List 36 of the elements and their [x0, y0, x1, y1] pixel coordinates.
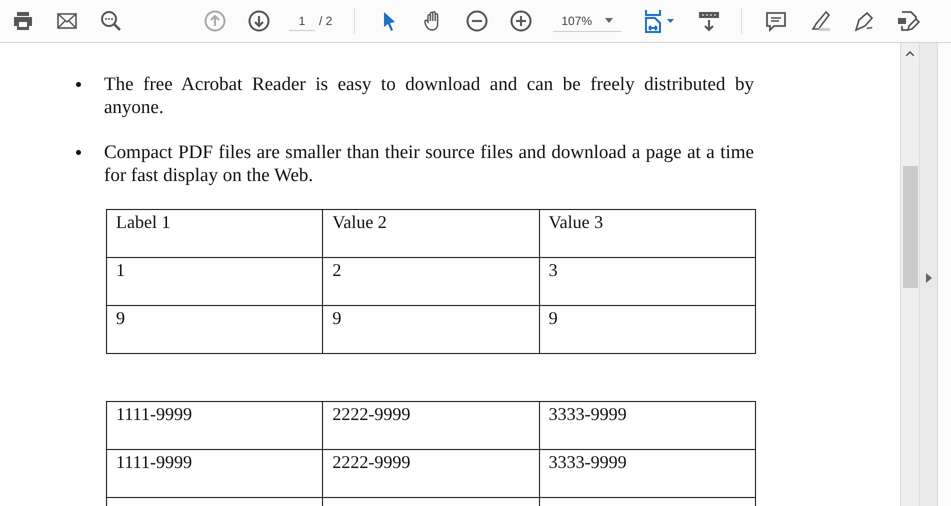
page-number-field[interactable]: 1	[289, 12, 315, 30]
print-icon[interactable]	[11, 9, 35, 33]
table-cell: Value 2	[332, 212, 387, 232]
expand-arrow-icon[interactable]	[926, 272, 932, 282]
side-panel-toggle[interactable]	[920, 43, 938, 506]
table-cell: 9	[116, 308, 125, 328]
table-cell: 3333-9999	[548, 452, 627, 472]
arrow-down-circle-icon[interactable]	[247, 9, 271, 33]
table-cell: 9	[548, 308, 558, 328]
search-icon[interactable]	[99, 9, 123, 33]
table-cell: 3	[548, 260, 558, 280]
zoom-in-icon[interactable]	[509, 9, 534, 33]
table-cell: 1	[116, 260, 125, 280]
document-edit-icon[interactable]	[896, 9, 920, 33]
scrollbar-thumb[interactable]	[902, 166, 918, 288]
table-cell: 9	[332, 308, 342, 328]
caret-icon	[605, 18, 614, 23]
zoom-out-icon[interactable]	[465, 9, 490, 33]
table-cell: 2	[332, 260, 342, 280]
bullet-text: Compact PDF files are smaller than their source files and download a page at a time for fast display on the Web.	[104, 141, 754, 187]
table-cell: 1111-9999	[116, 452, 192, 472]
scroll-mode-icon[interactable]	[697, 9, 722, 33]
zoom-dropdown[interactable]: 107%	[553, 10, 622, 32]
page-total: / 2	[319, 14, 332, 28]
bullet-text: The free Acrobat Reader is easy to download and can be freely distributed by anyone.	[104, 73, 754, 119]
table-cell: 3333-9999	[548, 404, 627, 424]
scrollbar[interactable]	[900, 43, 920, 506]
comment-icon[interactable]	[764, 9, 788, 33]
table-cell: Label 1	[116, 212, 170, 232]
scroll-up-icon[interactable]	[906, 51, 914, 56]
bullet-dot	[76, 82, 81, 87]
table-cell: Value 3	[548, 212, 604, 232]
bullet-dot	[76, 150, 81, 155]
table-cell: 1111-9999	[116, 404, 192, 424]
table-cell: 2222-9999	[332, 452, 410, 472]
table-cell: 2222-9999	[332, 404, 410, 424]
